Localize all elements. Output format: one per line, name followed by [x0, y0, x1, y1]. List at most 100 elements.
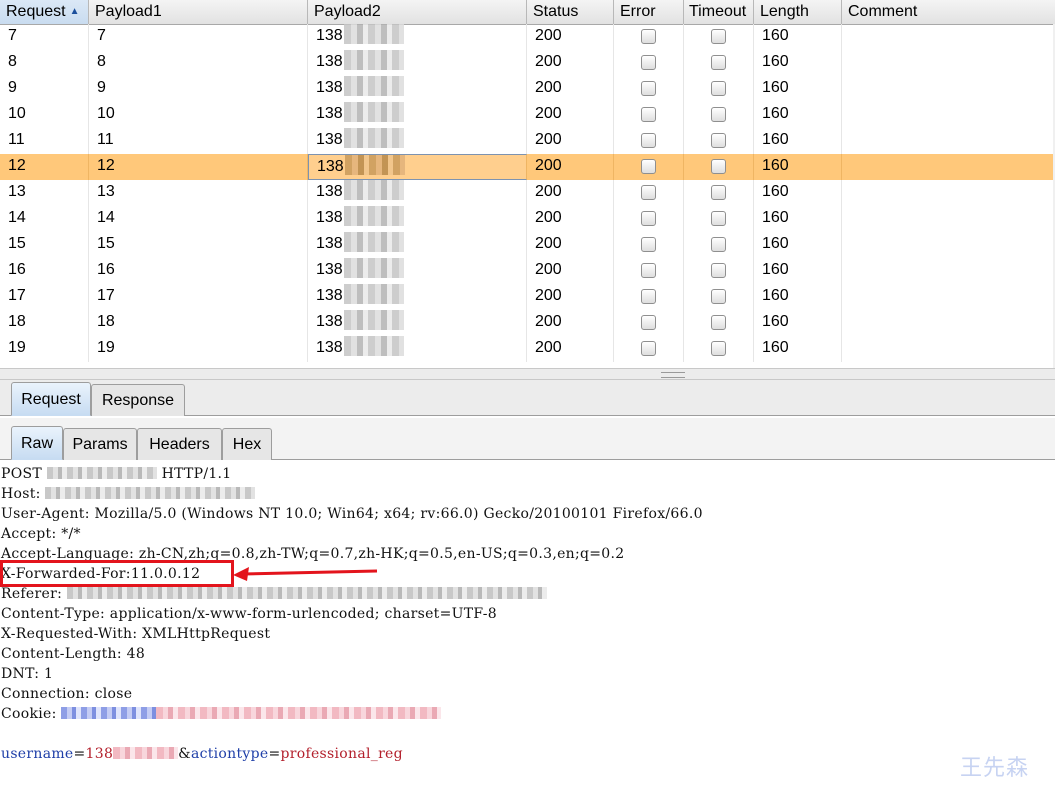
column-header-label: Length	[760, 3, 809, 20]
timeout-checkbox[interactable]	[711, 159, 726, 174]
column-header-status[interactable]: Status	[527, 0, 614, 24]
cell-payload1: 19	[89, 336, 308, 362]
table-row[interactable]: 12 12 138 200 160	[0, 154, 1055, 180]
cell-timeout	[684, 232, 754, 258]
column-header-label: Error	[620, 3, 656, 20]
cell-timeout	[684, 336, 754, 362]
timeout-checkbox[interactable]	[711, 289, 726, 304]
timeout-checkbox[interactable]	[711, 55, 726, 70]
error-checkbox[interactable]	[641, 107, 656, 122]
tab-raw[interactable]: Raw	[11, 426, 63, 460]
table-row[interactable]: 10 10 138 200 160	[0, 102, 1055, 128]
column-header-payload1[interactable]: Payload1	[89, 0, 308, 24]
error-checkbox[interactable]	[641, 81, 656, 96]
timeout-checkbox[interactable]	[711, 81, 726, 96]
cell-error	[614, 258, 684, 284]
tab-headers[interactable]: Headers	[137, 428, 222, 460]
redacted-value	[344, 155, 405, 175]
error-checkbox[interactable]	[641, 289, 656, 304]
cell-length: 160	[754, 180, 842, 206]
error-checkbox[interactable]	[641, 237, 656, 252]
timeout-checkbox[interactable]	[711, 263, 726, 278]
table-row[interactable]: 19 19 138 200 160	[0, 336, 1055, 362]
redacted-path	[46, 467, 157, 479]
header-accept: Accept: */*	[1, 526, 81, 542]
error-checkbox[interactable]	[641, 341, 656, 356]
error-checkbox[interactable]	[641, 55, 656, 70]
pane-splitter[interactable]	[0, 368, 1055, 380]
tab-hex[interactable]: Hex	[222, 428, 272, 460]
table-row[interactable]: 17 17 138 200 160	[0, 284, 1055, 310]
column-header-length[interactable]: Length	[754, 0, 842, 24]
timeout-checkbox[interactable]	[711, 315, 726, 330]
cell-timeout	[684, 24, 754, 50]
cell-payload2: 138	[308, 128, 527, 154]
cell-timeout	[684, 128, 754, 154]
raw-request-editor[interactable]: POST HTTP/1.1 Host: User-Agent: Mozilla/…	[0, 462, 1055, 796]
cell-status: 200	[527, 310, 614, 336]
cell-payload1: 17	[89, 284, 308, 310]
column-header-timeout[interactable]: Timeout	[684, 0, 754, 24]
cell-payload2: 138	[308, 154, 527, 180]
table-row[interactable]: 15 15 138 200 160	[0, 232, 1055, 258]
cell-comment	[842, 206, 1055, 232]
results-table: Request ▲ Payload1 Payload2 Status Error …	[0, 0, 1055, 368]
timeout-checkbox[interactable]	[711, 211, 726, 226]
cell-payload2: 138	[308, 206, 527, 232]
tab-params[interactable]: Params	[63, 428, 137, 460]
error-checkbox[interactable]	[641, 315, 656, 330]
table-row[interactable]: 7 7 138 200 160	[0, 24, 1055, 50]
cell-status: 200	[527, 102, 614, 128]
table-row[interactable]: 13 13 138 200 160	[0, 180, 1055, 206]
header-connection: Connection: close	[1, 686, 133, 702]
cell-payload1: 9	[89, 76, 308, 102]
error-checkbox[interactable]	[641, 29, 656, 44]
tab-label: Request	[21, 391, 81, 408]
cell-timeout	[684, 258, 754, 284]
table-row[interactable]: 18 18 138 200 160	[0, 310, 1055, 336]
table-row[interactable]: 9 9 138 200 160	[0, 76, 1055, 102]
table-row[interactable]: 11 11 138 200 160	[0, 128, 1055, 154]
cell-error	[614, 76, 684, 102]
timeout-checkbox[interactable]	[711, 107, 726, 122]
payload2-text: 138	[316, 53, 343, 70]
cell-error	[614, 128, 684, 154]
redacted-value	[343, 284, 404, 304]
cell-payload1: 13	[89, 180, 308, 206]
column-header-payload2[interactable]: Payload2	[308, 0, 527, 24]
redacted-host	[45, 487, 256, 499]
param-separator: =	[268, 746, 281, 762]
cell-comment	[842, 76, 1055, 102]
cell-error	[614, 180, 684, 206]
timeout-checkbox[interactable]	[711, 185, 726, 200]
timeout-checkbox[interactable]	[711, 341, 726, 356]
error-checkbox[interactable]	[641, 133, 656, 148]
table-row[interactable]: 8 8 138 200 160	[0, 50, 1055, 76]
error-checkbox[interactable]	[641, 211, 656, 226]
timeout-checkbox[interactable]	[711, 237, 726, 252]
column-header-label: Comment	[848, 3, 918, 20]
column-header-comment[interactable]: Comment	[842, 0, 1055, 24]
table-row[interactable]: 14 14 138 200 160	[0, 206, 1055, 232]
cell-request: 14	[0, 206, 89, 232]
cell-status: 200	[527, 284, 614, 310]
header-name: Referer:	[1, 586, 63, 602]
redacted-value	[343, 206, 404, 226]
payload2-text: 138	[316, 183, 343, 200]
column-header-error[interactable]: Error	[614, 0, 684, 24]
error-checkbox[interactable]	[641, 185, 656, 200]
redacted-value	[343, 336, 404, 356]
redacted-value	[343, 232, 404, 252]
request-body: username=138 &actiontype=professional_reg	[1, 744, 403, 764]
cell-request: 13	[0, 180, 89, 206]
error-checkbox[interactable]	[641, 159, 656, 174]
tab-response[interactable]: Response	[91, 384, 185, 416]
error-checkbox[interactable]	[641, 263, 656, 278]
tab-request[interactable]: Request	[11, 382, 91, 416]
timeout-checkbox[interactable]	[711, 29, 726, 44]
payload2-text: 138	[317, 158, 344, 175]
table-row[interactable]: 16 16 138 200 160	[0, 258, 1055, 284]
timeout-checkbox[interactable]	[711, 133, 726, 148]
cell-request: 10	[0, 102, 89, 128]
column-header-request[interactable]: Request ▲	[0, 0, 89, 24]
